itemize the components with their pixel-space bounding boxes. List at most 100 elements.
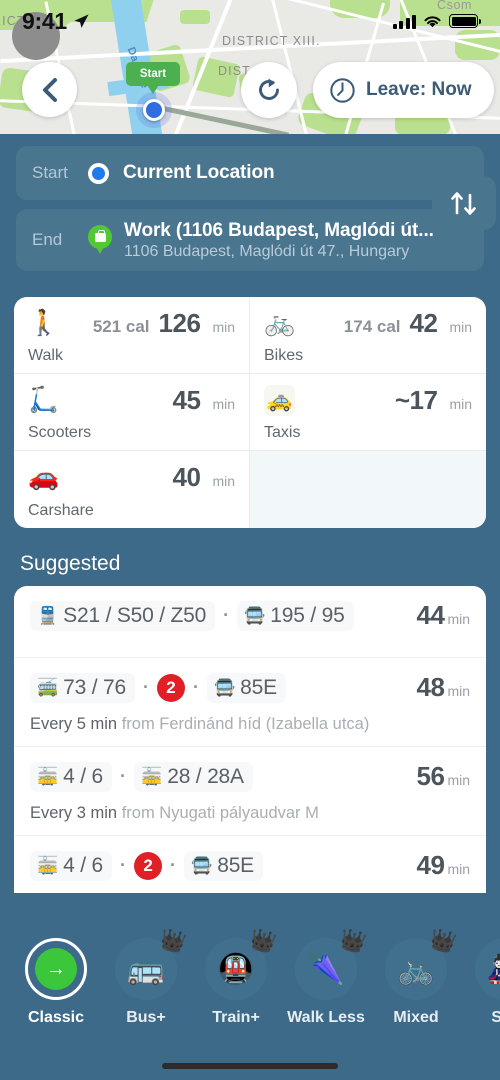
route-frequency-value: Every 5 min [30,715,118,733]
route-leg[interactable]: 🚍 85E [207,672,286,703]
chevron-left-icon [42,77,57,102]
route-leg-label: 73 / 76 [63,675,126,699]
current-location-dot-icon [143,99,165,121]
tab-label: Mixed [393,1009,439,1026]
tram-icon: 🚋 [37,767,59,786]
home-indicator [162,1063,338,1069]
tram-icon: 🚋 [37,856,59,875]
start-field-tag: Start [32,163,68,182]
mode-minutes: 126 [158,308,201,338]
mode-empty-cell [250,451,486,528]
mode-minutes: 42 [409,308,438,338]
end-field[interactable]: End Work (1106 Budapest, Maglódi út... 1… [16,209,484,271]
work-pin-icon [88,225,112,255]
end-field-value: Work (1106 Budapest, Maglódi út... [124,219,434,241]
leave-time-button[interactable]: Leave: Now [313,62,494,118]
mode-taxis[interactable]: 🚕 ~17 min Taxis [250,374,486,451]
tab-list: → Classic 🚌 👑 Bus+ 🚇 👑 Train+ 🌂 👑 Walk L… [0,920,500,1027]
suggested-section-title: Suggested [20,552,121,575]
tab-label: Walk Less [287,1009,365,1026]
route-duration-unit: min [447,683,470,699]
route-row[interactable]: 🚆 S21 / S50 / Z50 · 🚍 195 / 95 44 min [14,586,486,658]
tab-mixed[interactable]: 🚲 👑 Mixed [382,927,459,1027]
route-leg[interactable]: 🚋 4 / 6 [30,761,113,792]
metro-line-2-icon[interactable]: 2 [134,851,163,880]
end-field-tag: End [32,230,63,249]
leg-separator: · [143,677,149,697]
suggested-routes-list: 🚆 S21 / S50 / Z50 · 🚍 195 / 95 44 min 🚎 … [14,586,486,893]
end-field-subtitle: 1106 Budapest, Maglódi út 47., Hungary [124,242,410,260]
mode-minutes: ~17 [394,385,438,415]
route-duration-unit: min [447,772,470,788]
route-leg-label: 195 / 95 [270,603,345,627]
start-map-marker[interactable]: Start [126,62,180,94]
mode-carshare[interactable]: 🚗 40 min Carshare [14,451,250,528]
route-leg-label: 28 / 28A [167,764,244,788]
app-screen: RICT II. DISTRICT XIII. DIST IV. Csom Da… [0,0,500,1080]
mode-row: 🚗 40 min Carshare [14,451,486,528]
tab-simple[interactable]: 🎎 Sim [472,938,500,1027]
start-field[interactable]: Start Current Location [16,146,484,200]
route-leg-label: 4 / 6 [63,853,104,877]
route-leg[interactable]: 🚍 85E [184,850,263,881]
tab-train-plus[interactable]: 🚇 👑 Train+ [202,927,279,1027]
tab-label: Classic [27,1009,85,1026]
classic-route-icon: → [25,938,87,1000]
route-frequency: Every 5 min from Ferdinánd híd (Izabella… [30,715,470,734]
mode-scooters[interactable]: 🛴 45 min Scooters [14,374,250,451]
swap-locations-button[interactable] [432,176,496,230]
status-time: 9:41 [22,8,90,35]
route-leg[interactable]: 🚎 73 / 76 [30,672,135,703]
route-leg[interactable]: 🚆 S21 / S50 / Z50 [30,600,216,631]
route-leg[interactable]: 🚋 4 / 6 [30,850,113,881]
mode-label: Taxis [264,424,301,441]
mode-top: 🚗 40 min [28,462,235,493]
tab-classic[interactable]: → Classic [22,938,90,1027]
mode-label: Carshare [28,502,94,519]
route-frequency-from: from Ferdinánd híd (Izabella utca) [121,715,370,733]
mode-unit: min [212,396,235,412]
route-row[interactable]: 🚋 4 / 6 · 2 · 🚍 85E 49 min [14,836,486,893]
mode-walk[interactable]: 🚶 521 cal 126 min Walk [14,297,250,374]
route-leg[interactable]: 🚋 28 / 28A [134,761,253,792]
mode-calories: 521 cal [92,317,150,336]
route-leg[interactable]: 🚍 195 / 95 [237,600,354,631]
route-duration-value: 48 [416,672,445,702]
mode-top: 🛴 45 min [28,385,235,416]
transport-modes-card: 🚶 521 cal 126 min Walk 🚲 174 cal 42 min [14,297,486,528]
mode-top: 🚲 174 cal 42 min [264,308,472,339]
mode-values: ~17 min [386,385,472,416]
route-header: 🚆 S21 / S50 / Z50 · 🚍 195 / 95 44 min [30,600,470,631]
route-duration-value: 44 [416,600,445,630]
route-row[interactable]: 🚎 73 / 76 · 2 · 🚍 85E 48 min Every 5 min… [14,658,486,747]
mode-label: Bikes [264,347,304,364]
metro-line-2-icon[interactable]: 2 [157,673,185,702]
start-field-value: Current Location [123,162,275,183]
mode-unit: min [449,396,472,412]
leg-separator: · [120,766,127,786]
mode-top: 🚶 521 cal 126 min [28,308,235,339]
mode-unit: min [212,473,235,489]
taxi-icon: 🚕 [264,385,295,416]
route-duration-unit: min [447,861,470,877]
classic-arrow-badge: → [35,948,77,990]
refresh-button[interactable] [241,62,297,118]
mode-values: 45 min [164,385,235,416]
walk-icon: 🚶 [28,309,60,337]
tab-walk-less[interactable]: 🌂 👑 Walk Less [287,927,368,1027]
mode-unit: min [212,319,235,335]
leg-separator: · [120,855,127,875]
mode-values: 521 cal 126 min [93,308,235,339]
mode-calories: 174 cal [343,317,401,336]
tab-bus-plus[interactable]: 🚌 👑 Bus+ [112,927,189,1027]
route-duration-value: 56 [416,761,445,791]
wifi-icon [424,15,441,27]
swap-vertical-icon [451,192,476,215]
mode-bikes[interactable]: 🚲 174 cal 42 min Bikes [250,297,486,374]
route-header: 🚋 4 / 6 · 2 · 🚍 85E 49 min [30,850,470,881]
status-bar: 9:41 [0,0,500,42]
back-button[interactable] [22,62,77,117]
route-legs: 🚎 73 / 76 · 2 · 🚍 85E [30,672,417,703]
route-row[interactable]: 🚋 4 / 6 · 🚋 28 / 28A 56 min Every 3 min … [14,747,486,836]
tab-label: Train+ [212,1009,260,1026]
